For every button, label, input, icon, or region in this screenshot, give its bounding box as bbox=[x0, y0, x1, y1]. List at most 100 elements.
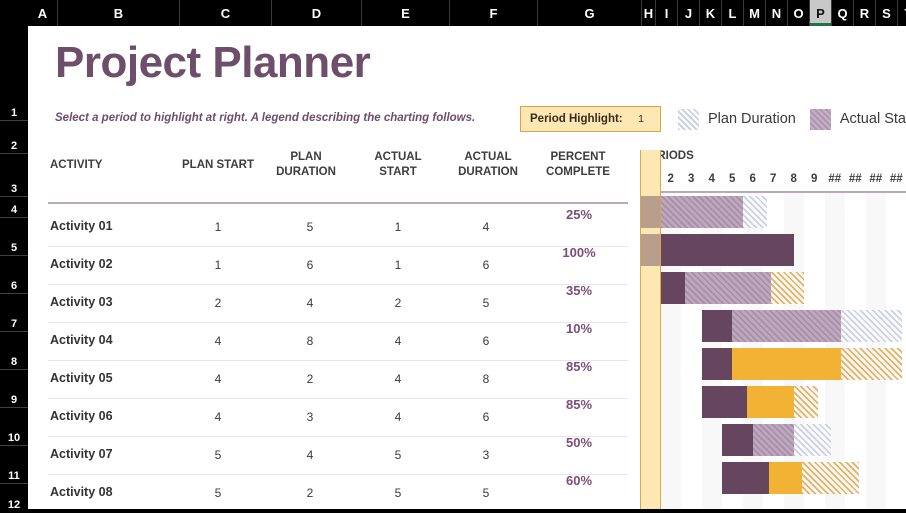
column-header-c[interactable]: C bbox=[180, 0, 272, 26]
column-header-f[interactable]: F bbox=[450, 0, 538, 26]
cell-plan-start: 5 bbox=[188, 486, 248, 500]
cell-actual-duration: 8 bbox=[456, 372, 516, 386]
cell-activity: Activity 06 bbox=[50, 409, 113, 423]
table-row[interactable]: Activity 05424885% bbox=[28, 361, 628, 399]
column-header-m[interactable]: M bbox=[744, 0, 766, 26]
row-header-6[interactable]: 6 bbox=[0, 256, 28, 294]
period-number-13[interactable]: ## bbox=[886, 168, 906, 189]
column-header-h[interactable]: H bbox=[642, 0, 656, 26]
period-number-4[interactable]: 4 bbox=[702, 168, 723, 189]
cell-actual-start: 1 bbox=[368, 258, 428, 272]
col-header-line1: PERCENT bbox=[551, 151, 606, 163]
cell-actual-duration: 5 bbox=[456, 486, 516, 500]
column-header-o[interactable]: O bbox=[788, 0, 810, 26]
period-highlight-input[interactable]: 1 bbox=[638, 113, 644, 125]
row-header-4[interactable]: 4 bbox=[0, 197, 28, 218]
row-header-11[interactable]: 11 bbox=[0, 446, 28, 484]
col-header-line2: DURATION bbox=[260, 165, 352, 180]
cell-percent-complete: 85% bbox=[536, 397, 622, 412]
legend-item-plan-duration: Plan Duration bbox=[678, 109, 796, 130]
column-header-label: L bbox=[729, 6, 737, 21]
column-header-j[interactable]: J bbox=[678, 0, 700, 26]
column-header-a[interactable]: A bbox=[28, 0, 58, 26]
row-header-label: 6 bbox=[11, 280, 17, 292]
column-header-d[interactable]: D bbox=[272, 0, 362, 26]
row-header-7[interactable]: 7 bbox=[0, 294, 28, 332]
cell-actual-start: 4 bbox=[368, 410, 428, 424]
period-number-11[interactable]: ## bbox=[845, 168, 866, 189]
cell-plan-start: 4 bbox=[188, 410, 248, 424]
row-header-label: 4 bbox=[11, 204, 17, 216]
period-number-12[interactable]: ## bbox=[866, 168, 887, 189]
period-number-6[interactable]: 6 bbox=[743, 168, 764, 189]
row-header-9[interactable]: 9 bbox=[0, 370, 28, 408]
table-row[interactable]: Activity 08525560% bbox=[28, 475, 628, 511]
column-header-bar: ABCD E FGHIJKLMNOPQRST bbox=[0, 0, 906, 26]
column-header-i[interactable]: I bbox=[656, 0, 678, 26]
table-header-rule bbox=[48, 202, 628, 204]
column-header-p[interactable]: P bbox=[810, 0, 832, 26]
table-row[interactable]: Activity 07545350% bbox=[28, 437, 628, 475]
cell-actual-duration: 3 bbox=[456, 448, 516, 462]
period-number-10[interactable]: ## bbox=[825, 168, 846, 189]
cell-percent-complete: 35% bbox=[536, 283, 622, 298]
row-header-2[interactable]: 2 bbox=[0, 121, 28, 154]
gantt-bar-remaining bbox=[841, 348, 903, 380]
legend-item-actual-start: Actual Start bbox=[810, 109, 906, 130]
gantt-bar-remaining bbox=[771, 272, 804, 304]
col-header-line2: DURATION bbox=[438, 165, 538, 180]
period-number-3[interactable]: 3 bbox=[681, 168, 702, 189]
column-header-label: O bbox=[793, 6, 803, 21]
cell-plan-start: 2 bbox=[188, 296, 248, 310]
cell-plan-duration: 4 bbox=[280, 296, 340, 310]
row-header-10[interactable]: 10 bbox=[0, 408, 28, 446]
row-header-8[interactable]: 8 bbox=[0, 332, 28, 370]
row-header-1[interactable]: 1 bbox=[0, 33, 28, 121]
column-header-label: E bbox=[401, 6, 410, 21]
table-row[interactable]: Activity 01151425% bbox=[28, 209, 628, 247]
period-number-7[interactable]: 7 bbox=[763, 168, 784, 189]
column-header-k[interactable]: K bbox=[700, 0, 722, 26]
cell-percent-complete: 50% bbox=[536, 435, 622, 450]
period-highlight-control[interactable]: Period Highlight: 1 bbox=[520, 106, 661, 132]
table-row[interactable]: Activity 04484610% bbox=[28, 323, 628, 361]
col-header-line1: PLAN bbox=[290, 151, 321, 163]
table-row[interactable]: Activity 03242535% bbox=[28, 285, 628, 323]
col-header-line1: ACTUAL bbox=[374, 151, 421, 163]
chart-legend: Plan Duration Actual Start bbox=[678, 106, 906, 132]
period-number-9[interactable]: 9 bbox=[804, 168, 825, 189]
column-header-r[interactable]: R bbox=[854, 0, 876, 26]
column-header-e[interactable]: E bbox=[362, 0, 450, 26]
gantt-row bbox=[640, 269, 906, 307]
cell-percent-complete: 25% bbox=[536, 207, 622, 222]
cell-plan-duration: 5 bbox=[280, 220, 340, 234]
column-header-t[interactable]: T bbox=[898, 0, 906, 26]
column-header-n[interactable]: N bbox=[766, 0, 788, 26]
column-header-q[interactable]: Q bbox=[832, 0, 854, 26]
cell-actual-start: 1 bbox=[368, 220, 428, 234]
column-header-b[interactable]: B bbox=[58, 0, 180, 26]
cell-plan-duration: 2 bbox=[280, 486, 340, 500]
table-row[interactable]: Activity 06434685% bbox=[28, 399, 628, 437]
period-number-5[interactable]: 5 bbox=[722, 168, 743, 189]
period-number-2[interactable]: 2 bbox=[661, 168, 682, 189]
cell-plan-start: 5 bbox=[188, 448, 248, 462]
row-header-3[interactable]: 3 bbox=[0, 154, 28, 197]
row-header-bar: 123456789101112 bbox=[0, 26, 28, 513]
col-header-line1: ACTIVITY bbox=[50, 159, 102, 171]
gantt-bar-duration bbox=[753, 424, 794, 456]
column-header-g[interactable]: G bbox=[538, 0, 642, 26]
column-header-label: I bbox=[665, 6, 669, 21]
gantt-row bbox=[640, 307, 906, 345]
legend-label-actual-start: Actual Start bbox=[840, 111, 906, 127]
table-row[interactable]: Activity 021616100% bbox=[28, 247, 628, 285]
column-header-label: Q bbox=[837, 6, 847, 21]
cell-actual-start: 4 bbox=[368, 334, 428, 348]
cell-activity: Activity 05 bbox=[50, 371, 113, 385]
column-header-l[interactable]: L bbox=[722, 0, 744, 26]
column-header-s[interactable]: S bbox=[876, 0, 898, 26]
period-number-8[interactable]: 8 bbox=[784, 168, 805, 189]
period-number-strip: 123456789######## bbox=[640, 168, 906, 189]
row-header-5[interactable]: 5 bbox=[0, 218, 28, 256]
period-highlight-column-overlay bbox=[640, 150, 661, 511]
